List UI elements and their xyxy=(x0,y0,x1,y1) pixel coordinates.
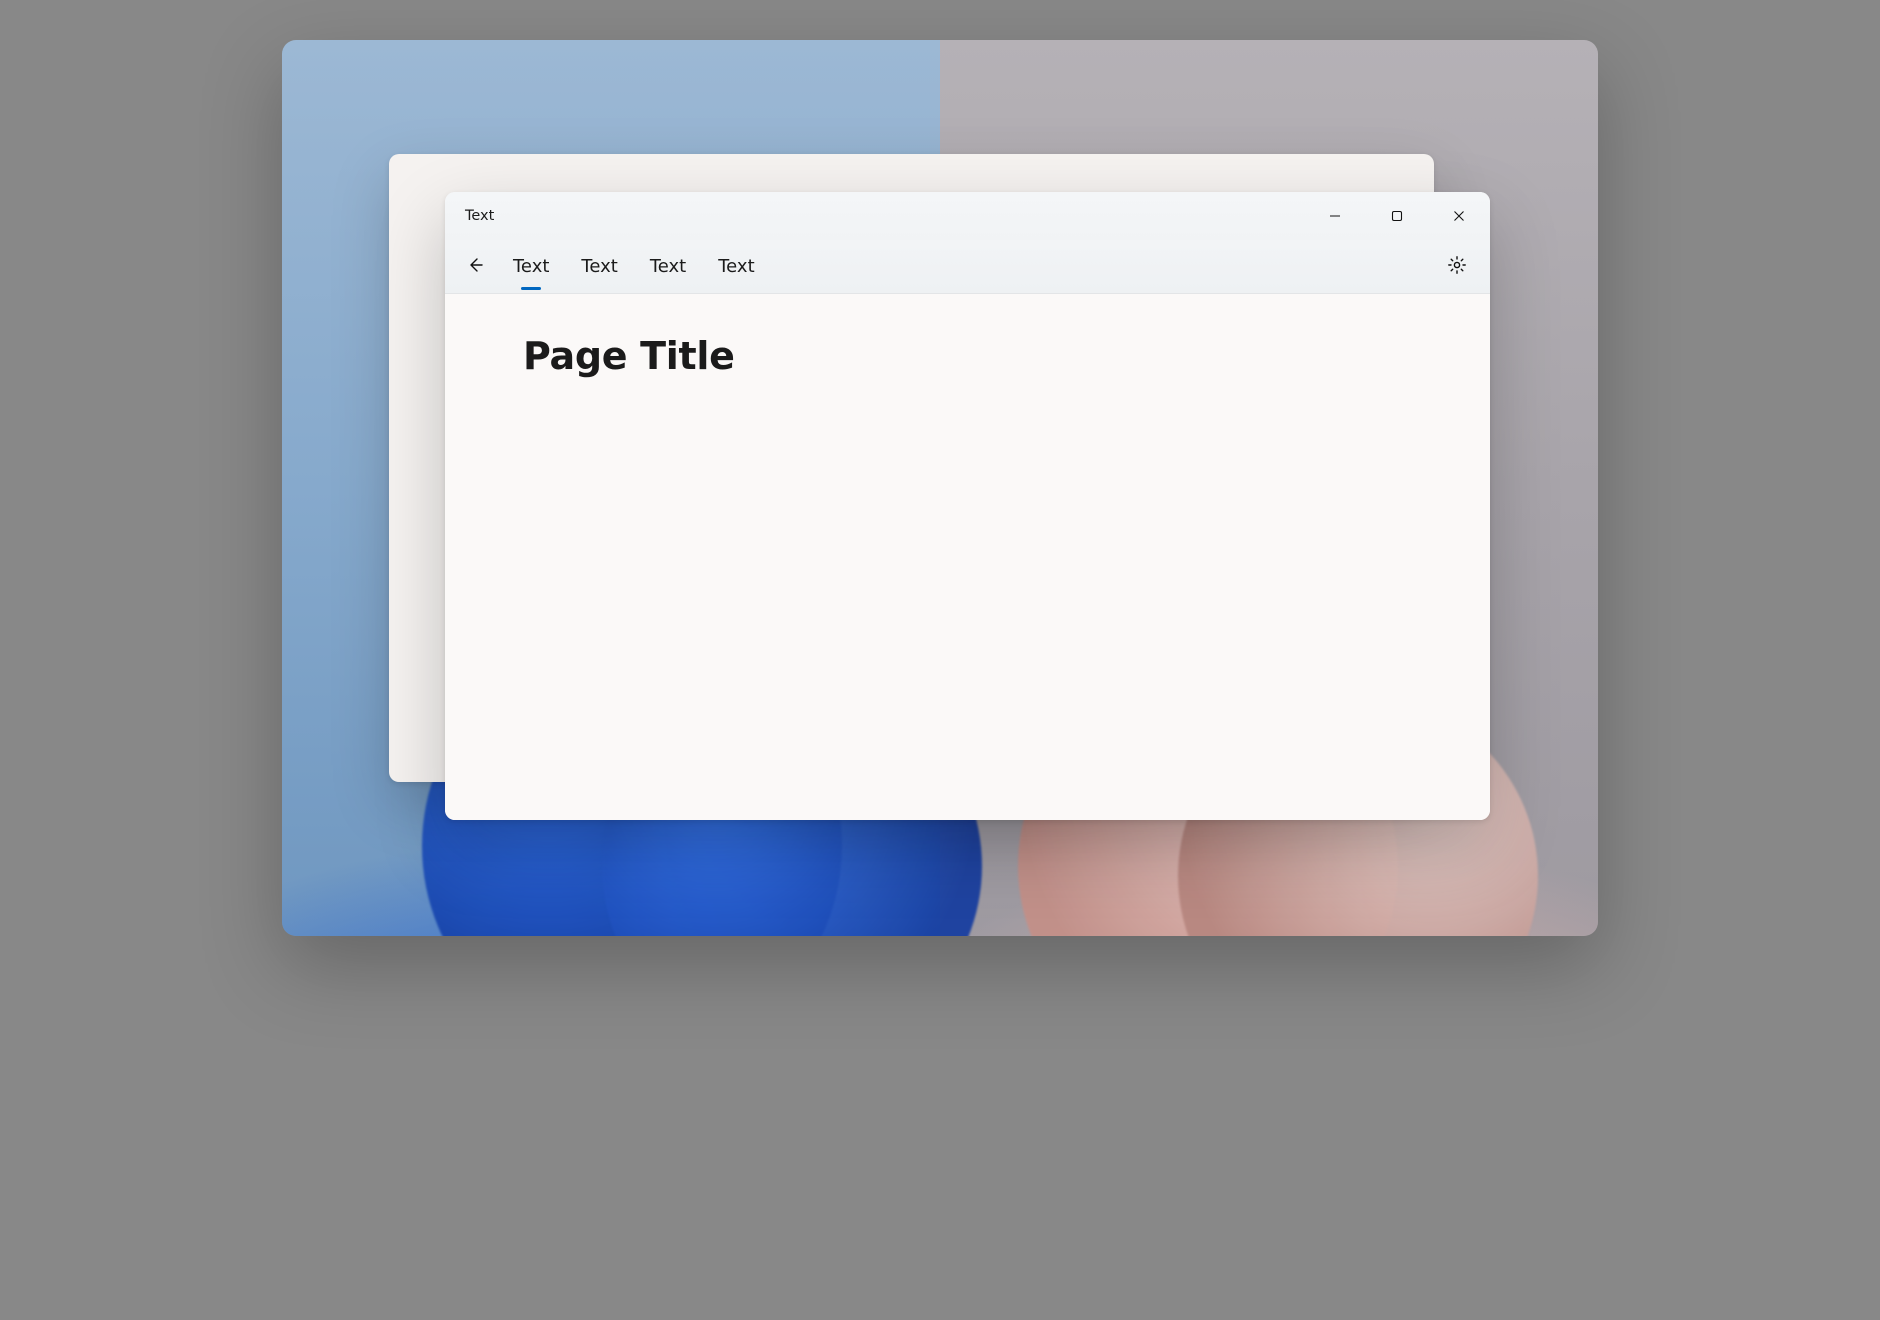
caption-controls xyxy=(1304,192,1490,240)
tab-2[interactable]: Text xyxy=(644,240,692,293)
page-title: Page Title xyxy=(523,334,1430,378)
tab-label: Text xyxy=(513,256,549,277)
back-button[interactable] xyxy=(461,253,489,281)
gear-icon xyxy=(1447,255,1467,279)
content-area: Page Title xyxy=(445,294,1490,820)
close-button[interactable] xyxy=(1428,192,1490,240)
app-window: Text Text Text xyxy=(445,192,1490,820)
tab-label: Text xyxy=(650,256,686,277)
tab-1[interactable]: Text xyxy=(575,240,623,293)
settings-button[interactable] xyxy=(1440,250,1474,284)
arrow-left-icon xyxy=(466,256,484,278)
desktop-viewport: Text Text Text xyxy=(282,40,1598,936)
tab-3[interactable]: Text xyxy=(712,240,760,293)
tab-label: Text xyxy=(718,256,754,277)
maximize-button[interactable] xyxy=(1366,192,1428,240)
tab-row: Text Text Text Text xyxy=(445,240,1490,294)
titlebar[interactable]: Text xyxy=(445,192,1490,240)
minimize-button[interactable] xyxy=(1304,192,1366,240)
window-title: Text xyxy=(465,208,494,224)
tab-label: Text xyxy=(581,256,617,277)
tabs: Text Text Text Text xyxy=(507,240,761,293)
tab-0[interactable]: Text xyxy=(507,240,555,293)
